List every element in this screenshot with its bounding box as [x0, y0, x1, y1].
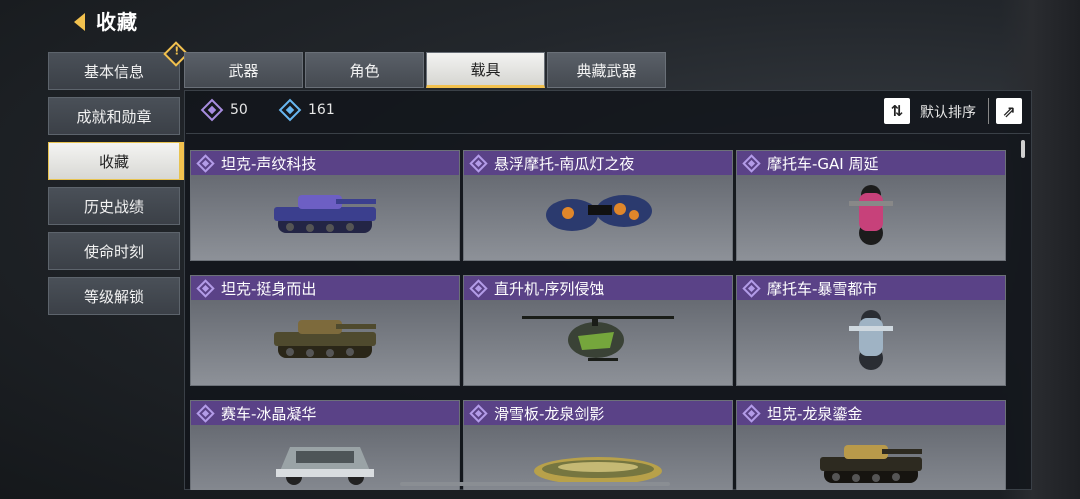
back-arrow-icon[interactable] — [74, 13, 85, 31]
rare-count: 161 — [308, 102, 335, 118]
sort-label[interactable]: 默认排序 — [920, 102, 976, 122]
epic-count-stat: 50 — [200, 98, 248, 122]
vehicle-name: 坦克-声纹科技 — [221, 154, 317, 173]
vehicle-card[interactable]: 坦克-声纹科技 — [190, 150, 460, 261]
vehicle-card-header: 摩托车-暴雪都市 — [737, 276, 1005, 300]
epic-gem-icon — [742, 153, 761, 173]
sort-icon[interactable]: ⇅ — [884, 98, 910, 124]
horizontal-scrollbar[interactable] — [400, 482, 670, 486]
vehicle-card-header: 直升机-序列侵蚀 — [464, 276, 732, 300]
epic-gem-icon — [196, 403, 215, 423]
vehicle-card-header: 赛车-冰晶凝华 — [191, 401, 459, 425]
sidebar-item-basic-info[interactable]: 基本信息 ! — [48, 41, 189, 90]
tank-image — [270, 181, 380, 247]
sidebar-item-label: 基本信息 — [83, 62, 144, 81]
vehicle-name: 赛车-冰晶凝华 — [221, 404, 317, 423]
vehicle-card-header: 摩托车-GAI 周延 — [737, 151, 1005, 175]
epic-gem-icon — [196, 153, 215, 173]
sidebar: 基本信息 ! 成就和勋章 收藏 历史战绩 使命时刻 等级解锁 — [48, 41, 189, 322]
page-title: 收藏 — [96, 10, 138, 34]
panel-divider — [186, 133, 1030, 134]
share-icon[interactable]: ⇗ — [996, 98, 1022, 124]
vehicle-card[interactable]: 直升机-序列侵蚀 — [463, 275, 733, 386]
epic-gem-icon — [469, 278, 488, 298]
warning-badge-text: ! — [174, 44, 180, 58]
epic-count: 50 — [230, 102, 248, 118]
vehicle-name: 滑雪板-龙泉剑影 — [494, 404, 605, 423]
rare-count-stat: 161 — [278, 98, 335, 122]
vehicle-card[interactable]: 摩托车-暴雪都市 — [736, 275, 1006, 386]
vehicle-card[interactable]: 摩托车-GAI 周延 — [736, 150, 1006, 261]
vehicle-name: 坦克-挺身而出 — [221, 279, 317, 298]
hoverbike-image — [538, 181, 658, 247]
sidebar-item-label: 历史战绩 — [83, 197, 144, 216]
car-image — [270, 431, 380, 490]
vehicle-card[interactable]: 悬浮摩托-南瓜灯之夜 — [463, 150, 733, 261]
vehicle-grid: 坦克-声纹科技 悬浮摩托-南瓜灯之夜 摩托车-GAI 周延 坦克-挺身而出 直升… — [190, 150, 1008, 490]
vehicle-card-header: 滑雪板-龙泉剑影 — [464, 401, 732, 425]
tank-image — [270, 306, 380, 372]
rare-diamond-icon — [278, 98, 302, 122]
sidebar-item-collection[interactable]: 收藏 — [48, 142, 180, 180]
sidebar-item-history[interactable]: 历史战绩 — [48, 187, 180, 225]
sidebar-item-label: 使命时刻 — [83, 242, 144, 261]
tank-image — [816, 431, 926, 490]
vehicle-card-header: 坦克-龙泉鎏金 — [737, 401, 1005, 425]
vehicle-card[interactable]: 赛车-冰晶凝华 — [190, 400, 460, 490]
toolbar-divider — [988, 98, 989, 124]
vertical-scrollbar[interactable] — [1021, 140, 1025, 158]
vehicle-name: 直升机-序列侵蚀 — [494, 279, 605, 298]
vehicle-name: 摩托车-暴雪都市 — [767, 279, 878, 298]
tab-collection-weapons[interactable]: 典藏武器 — [547, 52, 666, 88]
vehicle-name: 坦克-龙泉鎏金 — [767, 404, 863, 423]
sidebar-item-achievements[interactable]: 成就和勋章 — [48, 97, 180, 135]
tab-bar: 武器 角色 载具 典藏武器 — [184, 52, 668, 88]
sidebar-item-label: 等级解锁 — [83, 287, 144, 306]
vehicle-card-header: 悬浮摩托-南瓜灯之夜 — [464, 151, 732, 175]
moto-image — [831, 181, 911, 251]
sidebar-item-level-unlock[interactable]: 等级解锁 — [48, 277, 180, 315]
vehicle-name: 悬浮摩托-南瓜灯之夜 — [494, 154, 635, 173]
vehicle-name: 摩托车-GAI 周延 — [767, 154, 879, 173]
epic-gem-icon — [469, 153, 488, 173]
sidebar-item-moments[interactable]: 使命时刻 — [48, 232, 180, 270]
epic-diamond-icon — [200, 98, 224, 122]
vehicle-card-header: 坦克-挺身而出 — [191, 276, 459, 300]
vehicle-card[interactable]: 滑雪板-龙泉剑影 — [463, 400, 733, 490]
heli-image — [518, 306, 678, 380]
vehicle-card-header: 坦克-声纹科技 — [191, 151, 459, 175]
tab-vehicles[interactable]: 载具 — [426, 52, 545, 88]
epic-gem-icon — [469, 403, 488, 423]
vehicle-card[interactable]: 坦克-挺身而出 — [190, 275, 460, 386]
tab-characters[interactable]: 角色 — [305, 52, 424, 88]
sidebar-item-label: 成就和勋章 — [76, 107, 152, 126]
epic-gem-icon — [196, 278, 215, 298]
sidebar-item-label: 收藏 — [98, 152, 129, 171]
moto-image — [831, 306, 911, 376]
tab-weapons[interactable]: 武器 — [184, 52, 303, 88]
epic-gem-icon — [742, 278, 761, 298]
epic-gem-icon — [742, 403, 761, 423]
vehicle-card[interactable]: 坦克-龙泉鎏金 — [736, 400, 1006, 490]
